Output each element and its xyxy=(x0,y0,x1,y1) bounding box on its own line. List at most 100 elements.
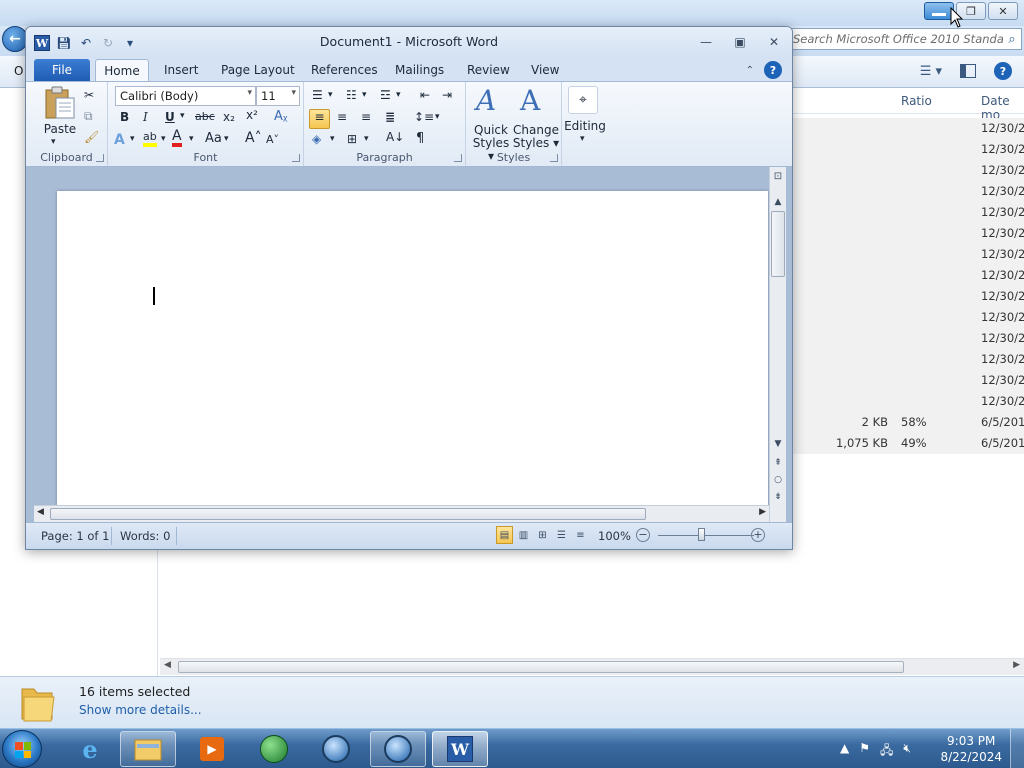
paste-dropdown-icon[interactable]: ▾ xyxy=(51,137,56,147)
table-row[interactable]: 12/30/20 xyxy=(790,160,1024,181)
scroll-down-icon[interactable]: ▼ xyxy=(770,439,786,449)
select-browse-object-icon[interactable]: ○ xyxy=(770,475,786,485)
zoom-slider-knob[interactable] xyxy=(698,528,705,541)
tab-home[interactable]: Home xyxy=(95,59,149,82)
column-header-ratio[interactable]: Ratio xyxy=(901,94,932,108)
table-row[interactable]: 12/30/20 xyxy=(790,181,1024,202)
undo-icon[interactable]: ↶ xyxy=(78,36,94,50)
scroll-right-icon[interactable]: ▶ xyxy=(1013,660,1020,670)
font-name-box[interactable]: Calibri (Body) ▾ xyxy=(115,86,256,106)
taskbar-windows-explorer[interactable] xyxy=(120,731,176,767)
change-styles-icon[interactable]: A xyxy=(520,84,540,117)
taskbar-browser-app[interactable] xyxy=(308,731,364,767)
table-row[interactable]: 12/30/20 xyxy=(790,139,1024,160)
scroll-up-icon[interactable]: ▲ xyxy=(770,197,786,207)
table-row[interactable]: 12/30/20 xyxy=(790,202,1024,223)
multilevel-dropdown-icon[interactable]: ▾ xyxy=(396,90,401,100)
draft-icon[interactable]: ≡ xyxy=(572,526,589,544)
tab-file[interactable]: File xyxy=(34,59,90,81)
decrease-indent-icon[interactable]: ⇤ xyxy=(420,88,430,102)
subscript-icon[interactable]: x₂ xyxy=(223,110,235,124)
shading-icon[interactable]: ◈ xyxy=(312,132,321,146)
zoom-in-icon[interactable]: + xyxy=(751,528,765,542)
word-help-icon[interactable]: ? xyxy=(764,61,782,79)
zoom-slider[interactable] xyxy=(658,535,754,536)
scroll-left-icon[interactable]: ◀ xyxy=(37,507,44,517)
minimize-ribbon-icon[interactable]: ⌃ xyxy=(746,65,754,76)
tab-page-layout[interactable]: Page Layout xyxy=(221,63,295,77)
table-row[interactable]: 12/30/20 xyxy=(790,391,1024,412)
organize-button[interactable]: O xyxy=(14,64,23,78)
editing-dropdown-icon[interactable]: ▾ xyxy=(580,134,585,144)
search-input[interactable]: Search Microsoft Office 2010 Standard ⌕ xyxy=(788,28,1022,50)
superscript-icon[interactable]: x² xyxy=(246,108,258,122)
font-launcher-icon[interactable] xyxy=(292,154,300,162)
show-hidden-icons-icon[interactable]: ▲ xyxy=(840,741,849,762)
cut-icon[interactable]: ✂ xyxy=(84,88,94,102)
table-row[interactable]: 12/30/20 xyxy=(790,286,1024,307)
table-row[interactable]: 12/30/20 xyxy=(790,370,1024,391)
table-row[interactable]: 12/30/20 xyxy=(790,118,1024,139)
redo-icon[interactable]: ↻ xyxy=(100,36,116,50)
line-spacing-icon[interactable]: ↕≡ xyxy=(414,110,434,124)
taskbar-media-player[interactable]: ▶ xyxy=(184,731,240,767)
table-row[interactable]: 2 KB 58% 6/5/2010 xyxy=(790,412,1024,433)
change-case-icon[interactable]: Aa xyxy=(205,131,222,146)
font-color-dropdown-icon[interactable]: ▾ xyxy=(189,134,194,144)
table-row[interactable]: 12/30/20 xyxy=(790,265,1024,286)
table-row[interactable]: 12/30/20 xyxy=(790,349,1024,370)
word-restore-icon[interactable]: ▣ xyxy=(732,35,748,49)
bold-icon[interactable]: B xyxy=(120,110,129,124)
next-page-icon[interactable]: ⇟ xyxy=(770,492,786,502)
underline-dropdown-icon[interactable]: ▾ xyxy=(180,111,185,121)
scroll-right-icon[interactable]: ▶ xyxy=(759,507,766,517)
increase-indent-icon[interactable]: ⇥ xyxy=(442,88,452,102)
word-logo-icon[interactable]: W xyxy=(34,35,50,51)
word-minimize-icon[interactable]: — xyxy=(698,35,714,49)
shrink-font-icon[interactable]: A˅ xyxy=(266,133,279,146)
ruler-toggle-icon[interactable]: ⊡ xyxy=(770,171,786,182)
text-effects-dropdown-icon[interactable]: ▾ xyxy=(130,134,135,144)
styles-launcher-icon[interactable] xyxy=(550,154,558,162)
quick-styles-icon[interactable]: A xyxy=(476,84,496,117)
vertical-scroll-thumb[interactable] xyxy=(771,211,785,277)
align-left-icon[interactable]: ≡ xyxy=(309,109,330,129)
customize-qat-icon[interactable]: ▾ xyxy=(122,36,138,50)
change-styles-button[interactable]: Change Styles ▾ xyxy=(512,124,560,150)
taskbar-microsoft-word[interactable]: W xyxy=(432,731,488,767)
table-row[interactable]: 12/30/20 xyxy=(790,307,1024,328)
italic-icon[interactable]: I xyxy=(143,110,148,124)
horizontal-scroll-thumb[interactable] xyxy=(50,508,646,520)
outline-icon[interactable]: ☰ xyxy=(553,526,570,544)
document-page[interactable] xyxy=(57,191,768,531)
table-row[interactable]: 12/30/20 xyxy=(790,223,1024,244)
numbering-dropdown-icon[interactable]: ▾ xyxy=(362,90,367,100)
word-close-icon[interactable]: ✕ xyxy=(766,35,782,49)
change-case-dropdown-icon[interactable]: ▾ xyxy=(224,134,229,144)
borders-dropdown-icon[interactable]: ▾ xyxy=(364,134,369,144)
show-desktop-button[interactable] xyxy=(1010,729,1024,768)
show-formatting-marks-icon[interactable]: ¶ xyxy=(416,131,424,146)
preview-pane-icon[interactable] xyxy=(960,64,976,78)
copy-icon[interactable]: ⧉ xyxy=(84,109,93,124)
taskbar-internet-explorer[interactable]: e xyxy=(62,731,118,767)
align-center-icon[interactable]: ≡ xyxy=(337,110,347,124)
print-layout-icon[interactable]: ▤ xyxy=(496,526,513,544)
table-row[interactable]: 1,075 KB 49% 6/5/2010 xyxy=(790,433,1024,454)
binoculars-icon[interactable]: ⌖ xyxy=(568,86,598,114)
volume-muted-icon[interactable]: 🔇︎ xyxy=(903,741,911,762)
borders-icon[interactable]: ⊞ xyxy=(347,132,357,146)
web-layout-icon[interactable]: ⊞ xyxy=(534,526,551,544)
underline-icon[interactable]: U xyxy=(165,110,175,124)
save-icon[interactable]: 💾︎ xyxy=(56,36,72,50)
paragraph-launcher-icon[interactable] xyxy=(454,154,462,162)
full-screen-reading-icon[interactable]: ▥ xyxy=(515,526,532,544)
network-icon[interactable]: 🖧︎ xyxy=(880,741,893,762)
scroll-left-icon[interactable]: ◀ xyxy=(164,660,171,670)
grow-font-icon[interactable]: A˄ xyxy=(245,130,262,146)
sort-icon[interactable]: A↓ xyxy=(386,130,404,144)
paste-icon[interactable] xyxy=(44,86,76,120)
explorer-horizontal-scrollbar[interactable]: ◀ ▶ xyxy=(160,658,1024,675)
multilevel-list-icon[interactable]: ☲ xyxy=(380,88,391,102)
justify-icon[interactable]: ≣ xyxy=(385,110,395,124)
